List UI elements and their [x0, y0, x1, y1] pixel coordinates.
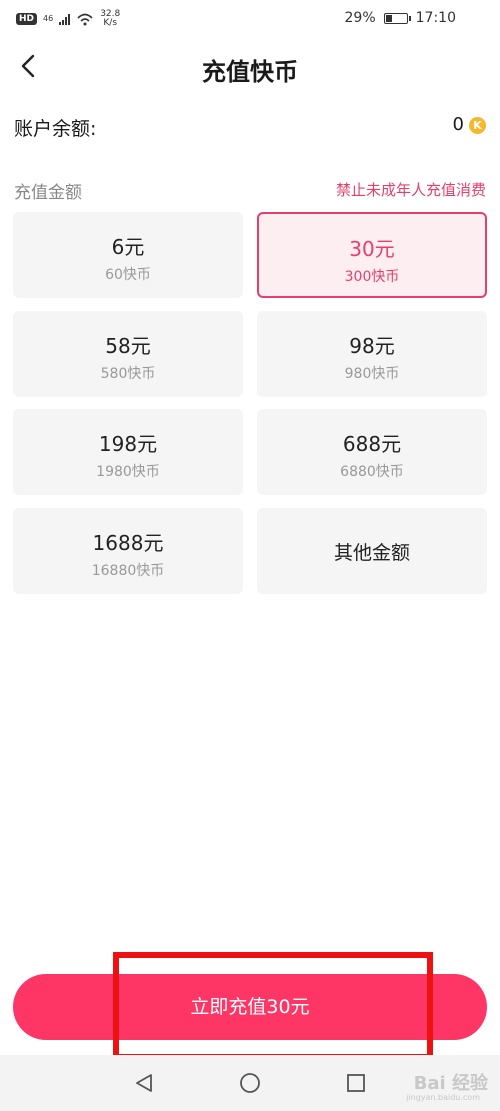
highlight-annotation [113, 952, 433, 1060]
status-left: HD 46 32.8 K/s [16, 10, 120, 28]
wifi-icon [77, 13, 93, 26]
option-card[interactable]: 198元 1980快币 [13, 409, 243, 495]
nav-back-icon[interactable] [132, 1071, 156, 1095]
option-amount: 688元 [342, 432, 402, 456]
status-right: 29% 17:10 [345, 10, 456, 26]
option-amount: 98元 [349, 334, 395, 358]
signal-icon [59, 13, 71, 25]
option-coins: 980快币 [344, 366, 400, 382]
coin-icon: K [469, 117, 486, 134]
minor-warning: 禁止未成年人充值消费 [335, 181, 486, 199]
balance-row: 账户余额: 0 K [14, 112, 486, 142]
battery-icon [383, 12, 411, 24]
option-card-selected[interactable]: 30元 300快币 [257, 212, 487, 298]
watermark: Bai 经验 [413, 1073, 488, 1094]
app-header: 充值快币 [0, 40, 500, 96]
network-speed: 32.8 K/s [100, 10, 120, 28]
option-card-other[interactable]: 其他金额 [257, 508, 487, 594]
nav-home-icon[interactable] [238, 1071, 262, 1095]
option-card[interactable]: 6元 60快币 [13, 212, 243, 298]
speed-unit: K/s [103, 18, 118, 28]
balance-value: 0 [452, 114, 464, 135]
option-card[interactable]: 688元 6880快币 [257, 409, 487, 495]
amount-section-header: 充值金额 禁止未成年人充值消费 [14, 176, 486, 203]
status-bar: HD 46 32.8 K/s 29% 17:10 [0, 0, 500, 38]
clock: 17:10 [415, 10, 456, 26]
battery-percent: 29% [344, 10, 376, 26]
nav-recents-icon[interactable] [344, 1071, 368, 1095]
option-coins: 580快币 [100, 366, 156, 382]
option-amount: 198元 [98, 432, 158, 456]
option-card[interactable]: 58元 580快币 [13, 311, 243, 397]
watermark-url: jingyan.baidu.com [406, 1093, 480, 1102]
system-nav-bar: Bai 经验 jingyan.baidu.com [0, 1055, 500, 1111]
hd-badge: HD [16, 13, 38, 25]
option-card[interactable]: 98元 980快币 [257, 311, 487, 397]
option-amount: 30元 [349, 237, 395, 261]
option-coins: 300快币 [344, 269, 400, 285]
network-type: 46 [43, 14, 54, 23]
option-coins: 60快币 [105, 267, 151, 283]
option-card[interactable]: 1688元 16880快币 [13, 508, 243, 594]
option-amount: 6元 [111, 235, 145, 259]
option-coins: 6880快币 [340, 464, 404, 480]
option-coins: 16880快币 [91, 563, 165, 579]
balance-label: 账户余额: [14, 118, 97, 140]
option-amount: 58元 [105, 334, 151, 358]
option-coins: 1980快币 [96, 464, 160, 480]
page-title: 充值快币 [202, 58, 298, 86]
other-amount-label: 其他金额 [333, 542, 410, 564]
option-amount: 1688元 [92, 531, 164, 555]
recharge-amount-label: 充值金额 [14, 183, 82, 203]
